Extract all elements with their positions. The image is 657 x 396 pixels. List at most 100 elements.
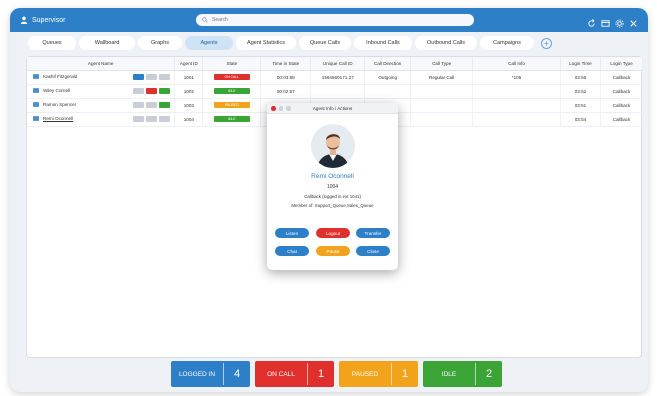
agent-name-cell[interactable]: Ramon Spencer: [27, 98, 176, 113]
minimize-dot-icon[interactable]: [278, 106, 283, 111]
refresh-icon[interactable]: [587, 15, 596, 27]
agent-icon: [33, 102, 39, 108]
action-chip[interactable]: [159, 102, 171, 108]
window-controls: [587, 15, 638, 28]
tab-queue-calls[interactable]: Queue Calls: [299, 36, 351, 50]
agent-name-cell[interactable]: Remi Oconnell: [27, 112, 176, 127]
action-chip[interactable]: [146, 116, 158, 122]
column-header[interactable]: Time in State: [260, 57, 312, 71]
table-row[interactable]: Kashif Fitzgerald 1001 ON CALL 00:03:58 …: [27, 70, 644, 85]
agent-icon: [33, 74, 39, 80]
window-icon[interactable]: [601, 15, 610, 27]
agent-actions: [133, 102, 171, 108]
action-chip[interactable]: [159, 88, 171, 94]
search-input[interactable]: [212, 17, 452, 23]
state-badge: IDLE: [213, 116, 250, 122]
chat-button[interactable]: Chat: [275, 246, 309, 256]
column-header[interactable]: Call Info: [472, 57, 561, 71]
agent-icon: [33, 116, 39, 122]
maximize-dot-icon[interactable]: [286, 106, 291, 111]
tab-campaigns[interactable]: Campaigns: [480, 36, 534, 50]
agent-actions: [133, 116, 171, 122]
pause-button[interactable]: Pause: [316, 246, 350, 256]
column-header[interactable]: Agent Name: [27, 57, 176, 71]
tab-wallboard[interactable]: Wallboard: [79, 36, 135, 50]
call-type-cell: Regular Call: [410, 70, 474, 85]
column-header[interactable]: Call Direction: [364, 57, 412, 71]
agent-id-cell: 1002: [174, 84, 204, 99]
agent-login-status: Callback (logged in ext 1041): [304, 194, 361, 199]
login-type-cell: Callback: [600, 70, 644, 85]
login-time-cell: 03:56: [560, 70, 601, 85]
state-cell: IDLE: [202, 112, 262, 127]
column-header[interactable]: Unique Call ID: [310, 57, 366, 71]
action-chip[interactable]: [159, 116, 171, 122]
call-type-cell: [410, 84, 474, 99]
call-info-cell: *105: [472, 70, 561, 85]
on-call-summary[interactable]: ON CALL 1: [255, 361, 334, 387]
action-chip[interactable]: [133, 88, 145, 94]
table-row[interactable]: Wiley Cornell 1002 IDLE 00:02:57 03:52 C…: [27, 84, 644, 99]
agent-name-cell[interactable]: Wiley Cornell: [27, 84, 176, 99]
avatar-photo-icon: [311, 124, 355, 168]
tab-outbound-calls[interactable]: Outbound Calls: [415, 36, 477, 50]
tab-queues[interactable]: Queues: [28, 36, 76, 50]
call-id-cell: 1564560171.27: [310, 70, 366, 85]
column-header[interactable]: Agent ID: [174, 57, 204, 71]
transfer-button[interactable]: Transfer: [356, 228, 390, 238]
action-chip[interactable]: [159, 74, 171, 80]
time-in-state-cell: 00:02:57: [260, 84, 312, 99]
status-summary-bar: LOGGED IN 4 ON CALL 1 PAUSED 1 IDLE 2: [0, 361, 657, 389]
app-brand: Supervisor: [20, 16, 200, 24]
close-icon[interactable]: [629, 15, 638, 27]
call-type-cell: [410, 98, 474, 113]
agent-id-cell: 1004: [174, 112, 204, 127]
action-chip[interactable]: [146, 102, 158, 108]
tab-inbound-calls[interactable]: Inbound Calls: [354, 36, 412, 50]
add-tab-icon[interactable]: +: [541, 37, 552, 49]
agent-id-cell: 1001: [174, 70, 204, 85]
tab-bar: Queues Wallboard Graphs Agents Agent Sta…: [28, 35, 552, 51]
agent-queue-membership: Member of: Support_Queue,Sales_Queue: [291, 203, 374, 208]
call-info-cell: [472, 84, 561, 99]
dialog-title-bar: Agent Info / Actions: [267, 103, 398, 114]
logout-chip[interactable]: [146, 88, 158, 94]
settings-icon[interactable]: [615, 15, 624, 28]
idle-summary[interactable]: IDLE 2: [423, 361, 502, 387]
call-type-cell: [410, 112, 474, 127]
state-cell: PAUSED: [202, 98, 262, 113]
action-chip[interactable]: [133, 102, 145, 108]
close-dot-icon[interactable]: [271, 106, 276, 111]
search-box[interactable]: [196, 14, 474, 26]
logged-in-summary[interactable]: LOGGED IN 4: [171, 361, 250, 387]
time-in-state-cell: 00:03:58: [260, 70, 312, 85]
call-info-cell: [472, 112, 561, 127]
action-chip[interactable]: [133, 116, 145, 122]
column-header[interactable]: Login Type: [600, 57, 644, 71]
state-badge: PAUSED: [213, 102, 250, 108]
column-header[interactable]: Call Type: [410, 57, 474, 71]
call-direction-cell: Outgoing: [364, 70, 412, 85]
call-direction-cell: [364, 84, 412, 99]
listen-button[interactable]: Listen: [275, 228, 309, 238]
agent-name-cell[interactable]: Kashif Fitzgerald: [27, 70, 176, 85]
listen-chip[interactable]: [133, 74, 145, 80]
state-badge: ON CALL: [213, 74, 250, 80]
paused-summary[interactable]: PAUSED 1: [339, 361, 418, 387]
tab-agents[interactable]: Agents: [185, 36, 233, 50]
column-header[interactable]: Login Time: [560, 57, 601, 71]
on-call-count: 1: [317, 368, 325, 380]
user-icon: [20, 16, 28, 24]
agent-name: Remi Oconnell: [311, 173, 354, 180]
tab-graphs[interactable]: Graphs: [138, 36, 182, 50]
window-dots: [271, 106, 291, 111]
call-info-cell: [472, 98, 561, 113]
close-button[interactable]: Close: [356, 246, 390, 256]
action-chip[interactable]: [146, 74, 158, 80]
tab-agent-statistics[interactable]: Agent Statistics: [236, 36, 296, 50]
column-header[interactable]: State: [202, 57, 262, 71]
state-cell: IDLE: [202, 84, 262, 99]
logout-button[interactable]: Logout: [316, 228, 350, 238]
agent-icon: [33, 88, 39, 94]
app-title: Supervisor: [32, 16, 66, 24]
